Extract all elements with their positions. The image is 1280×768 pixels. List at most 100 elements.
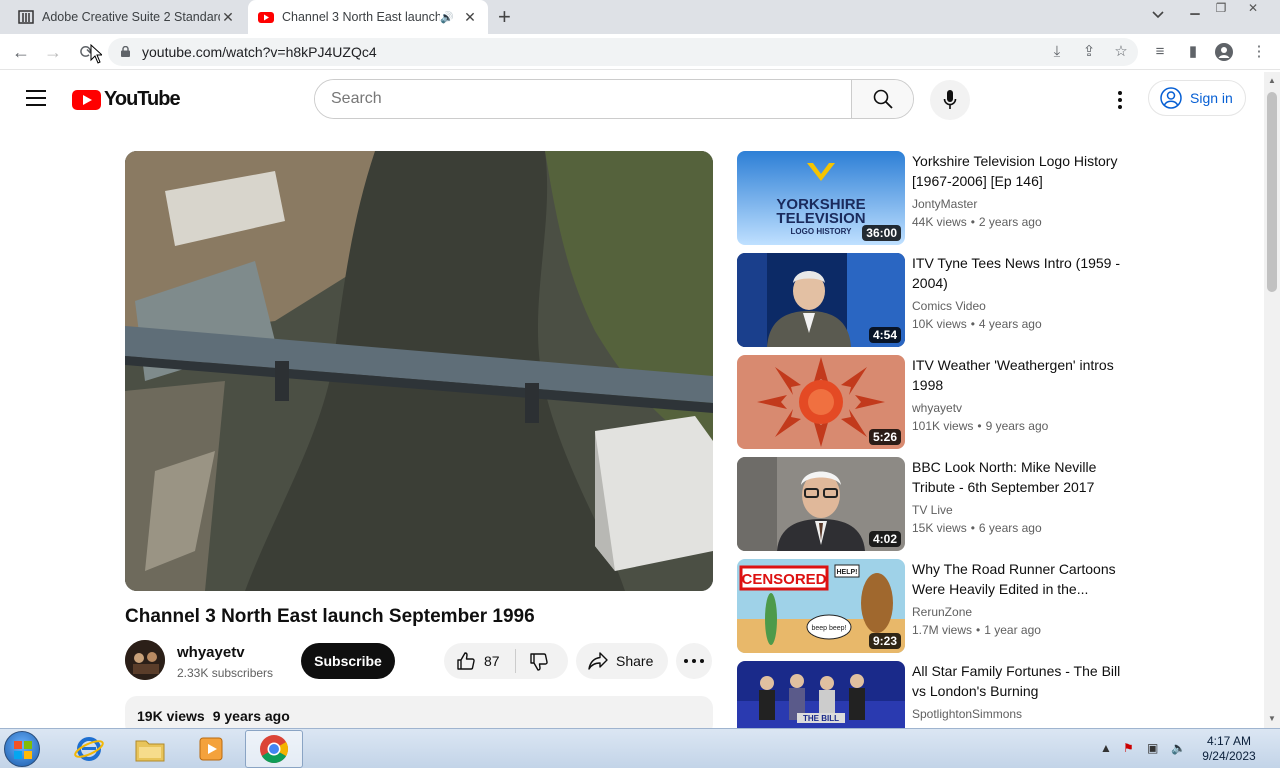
recommended-meta: 15K views • 6 years ago — [912, 521, 1042, 535]
chrome-taskbar-button[interactable] — [245, 730, 303, 768]
tab-channel-3-north-east[interactable]: Channel 3 North East launch 🔊 ✕ — [248, 0, 488, 34]
action-center-flag-icon[interactable]: ⚑ — [1123, 741, 1134, 755]
media-control-icon[interactable]: ≡ — [1151, 43, 1169, 61]
file-explorer-taskbar-button[interactable] — [121, 730, 179, 768]
search-button[interactable] — [851, 80, 913, 118]
back-icon[interactable]: ← — [10, 41, 32, 63]
like-icon[interactable] — [456, 651, 476, 671]
clock-time: 4:17 AM — [1206, 734, 1252, 748]
network-icon[interactable]: ▣ — [1147, 741, 1158, 755]
recommended-title[interactable]: Why The Road Runner Cartoons Were Heavil… — [912, 559, 1122, 599]
browser-menu-icon[interactable]: ⋮ — [1250, 43, 1268, 61]
scrollbar-thumb[interactable] — [1267, 92, 1277, 292]
youtube-logo[interactable]: YouTube — [72, 88, 181, 111]
start-button[interactable] — [4, 731, 40, 767]
search-input[interactable] — [315, 80, 851, 118]
window-close-button[interactable]: ✕ — [1242, 2, 1264, 16]
recommended-channel[interactable]: JontyMaster — [912, 197, 977, 211]
scroll-up-icon[interactable]: ▲ — [1268, 76, 1276, 85]
recommended-video[interactable]: 4:02 BBC Look North: Mike Neville Tribut… — [737, 457, 1127, 553]
windows-logo-icon — [14, 741, 32, 759]
bookmark-star-icon[interactable]: ☆ — [1112, 43, 1130, 61]
recommended-age: 2 years ago — [978, 215, 1042, 229]
dislike-icon[interactable] — [529, 652, 549, 672]
subscriber-count: 2.33K subscribers — [177, 666, 274, 680]
video-duration: 36:00 — [862, 225, 901, 241]
close-tab-icon[interactable]: ✕ — [462, 9, 478, 26]
video-title: Channel 3 North East launch September 19… — [125, 606, 535, 627]
restore-button[interactable]: ❐ — [1210, 2, 1232, 16]
recommended-video[interactable]: 4:54 ITV Tyne Tees News Intro (1959 - 20… — [737, 253, 1127, 349]
browser-toolbar: ← → ⟳ youtube.com/watch?v=h8kPJ4UZQc4 ⤓ … — [0, 34, 1280, 70]
recommended-video[interactable]: THE BILL All Star Family Fortunes - The … — [737, 661, 1127, 728]
system-clock[interactable]: 4:17 AM 9/24/2023 — [1196, 734, 1262, 764]
minimize-button[interactable]: ▁ — [1184, 2, 1206, 16]
scroll-down-icon[interactable]: ▼ — [1268, 714, 1276, 723]
more-horizontal-icon — [684, 659, 704, 663]
tab-search-button[interactable] — [1152, 8, 1164, 22]
hamburger-menu-icon[interactable] — [26, 90, 46, 108]
recommended-video[interactable]: CENSORED HELP! beep beep! 9:23 Why The R… — [737, 559, 1127, 655]
recommended-channel[interactable]: whyayetv — [912, 401, 962, 415]
media-player-taskbar-button[interactable] — [182, 730, 240, 768]
url-text: youtube.com/watch?v=h8kPJ4UZQc4 — [142, 44, 377, 60]
search-bar — [314, 79, 914, 119]
video-thumbnail[interactable]: 4:54 — [737, 253, 905, 347]
recommended-views: 10K views — [912, 317, 967, 331]
internet-explorer-taskbar-button[interactable] — [60, 730, 118, 768]
close-tab-icon[interactable]: ✕ — [220, 9, 236, 26]
recommended-channel[interactable]: RerunZone — [912, 605, 972, 619]
recommended-title[interactable]: BBC Look North: Mike Neville Tribute - 6… — [912, 457, 1122, 497]
video-thumbnail[interactable]: YORKSHIRE TELEVISION LOGO HISTORY 36:00 — [737, 151, 905, 245]
show-hidden-icons-icon[interactable]: ▲ — [1100, 741, 1112, 755]
thumb-text-help: HELP! — [837, 569, 858, 576]
thumb-text-television: TELEVISION — [776, 210, 865, 227]
address-bar[interactable]: youtube.com/watch?v=h8kPJ4UZQc4 — [108, 38, 1138, 66]
video-thumbnail[interactable]: CENSORED HELP! beep beep! 9:23 — [737, 559, 905, 653]
recommended-title[interactable]: All Star Family Fortunes - The Bill vs L… — [912, 661, 1122, 701]
profile-icon[interactable] — [1215, 43, 1233, 61]
volume-icon[interactable]: 🔈 — [1171, 741, 1186, 755]
share-button[interactable]: Share — [576, 643, 668, 679]
video-thumbnail[interactable]: 4:02 — [737, 457, 905, 551]
recommended-meta: 101K views • 9 years ago — [912, 419, 1049, 433]
media-player-icon — [199, 737, 223, 761]
recommended-channel[interactable]: TV Live — [912, 503, 953, 517]
recommended-meta: 10K views • 4 years ago — [912, 317, 1042, 331]
upload-age: 9 years ago — [212, 708, 290, 724]
video-thumbnail[interactable]: THE BILL — [737, 661, 905, 728]
page-scrollbar[interactable]: ▲ ▼ — [1264, 72, 1280, 728]
video-duration: 5:26 — [868, 429, 901, 445]
recommended-title[interactable]: Yorkshire Television Logo History [1967-… — [912, 151, 1122, 191]
install-app-icon[interactable]: ⤓ — [1048, 43, 1066, 61]
recommended-title[interactable]: ITV Weather 'Weathergen' intros 1998 — [912, 355, 1122, 395]
video-duration: 9:23 — [868, 633, 901, 649]
video-thumbnail[interactable]: 5:26 — [737, 355, 905, 449]
recommended-video[interactable]: 5:26 ITV Weather 'Weathergen' intros 199… — [737, 355, 1127, 451]
channel-avatar[interactable] — [125, 640, 165, 680]
video-player[interactable] — [125, 151, 713, 591]
forward-icon[interactable]: → — [42, 41, 64, 63]
clock-date: 9/24/2023 — [1202, 749, 1256, 763]
voice-search-button[interactable] — [930, 80, 970, 120]
recommended-age: 1 year ago — [984, 623, 1041, 637]
recommended-channel[interactable]: Comics Video — [912, 299, 986, 313]
description-meta: 19K views 9 years ago — [137, 708, 298, 724]
speaker-icon[interactable]: 🔊 — [440, 11, 454, 24]
subscribe-button[interactable]: Subscribe — [301, 643, 395, 679]
side-panel-icon[interactable]: ▮ — [1184, 43, 1202, 61]
view-count: 19K views — [137, 708, 205, 724]
sign-in-button[interactable]: Sign in — [1148, 80, 1246, 116]
recommended-title[interactable]: ITV Tyne Tees News Intro (1959 - 2004) — [912, 253, 1122, 293]
tab-adobe-creative-suite[interactable]: Adobe Creative Suite 2 Standard ✕ — [8, 0, 246, 34]
channel-name[interactable]: whyayetv — [177, 644, 245, 661]
recommended-video[interactable]: YORKSHIRE TELEVISION LOGO HISTORY 36:00 … — [737, 151, 1127, 247]
settings-kebab-icon[interactable] — [1110, 88, 1130, 112]
more-actions-button[interactable] — [676, 643, 712, 679]
lock-icon[interactable] — [121, 46, 130, 57]
recommended-age: 4 years ago — [978, 317, 1042, 331]
recommended-channel[interactable]: SpotlightonSimmons — [912, 707, 1022, 721]
mouse-cursor-icon — [90, 44, 102, 64]
new-tab-button[interactable]: + — [498, 5, 511, 29]
share-page-icon[interactable]: ⇪ — [1080, 43, 1098, 61]
